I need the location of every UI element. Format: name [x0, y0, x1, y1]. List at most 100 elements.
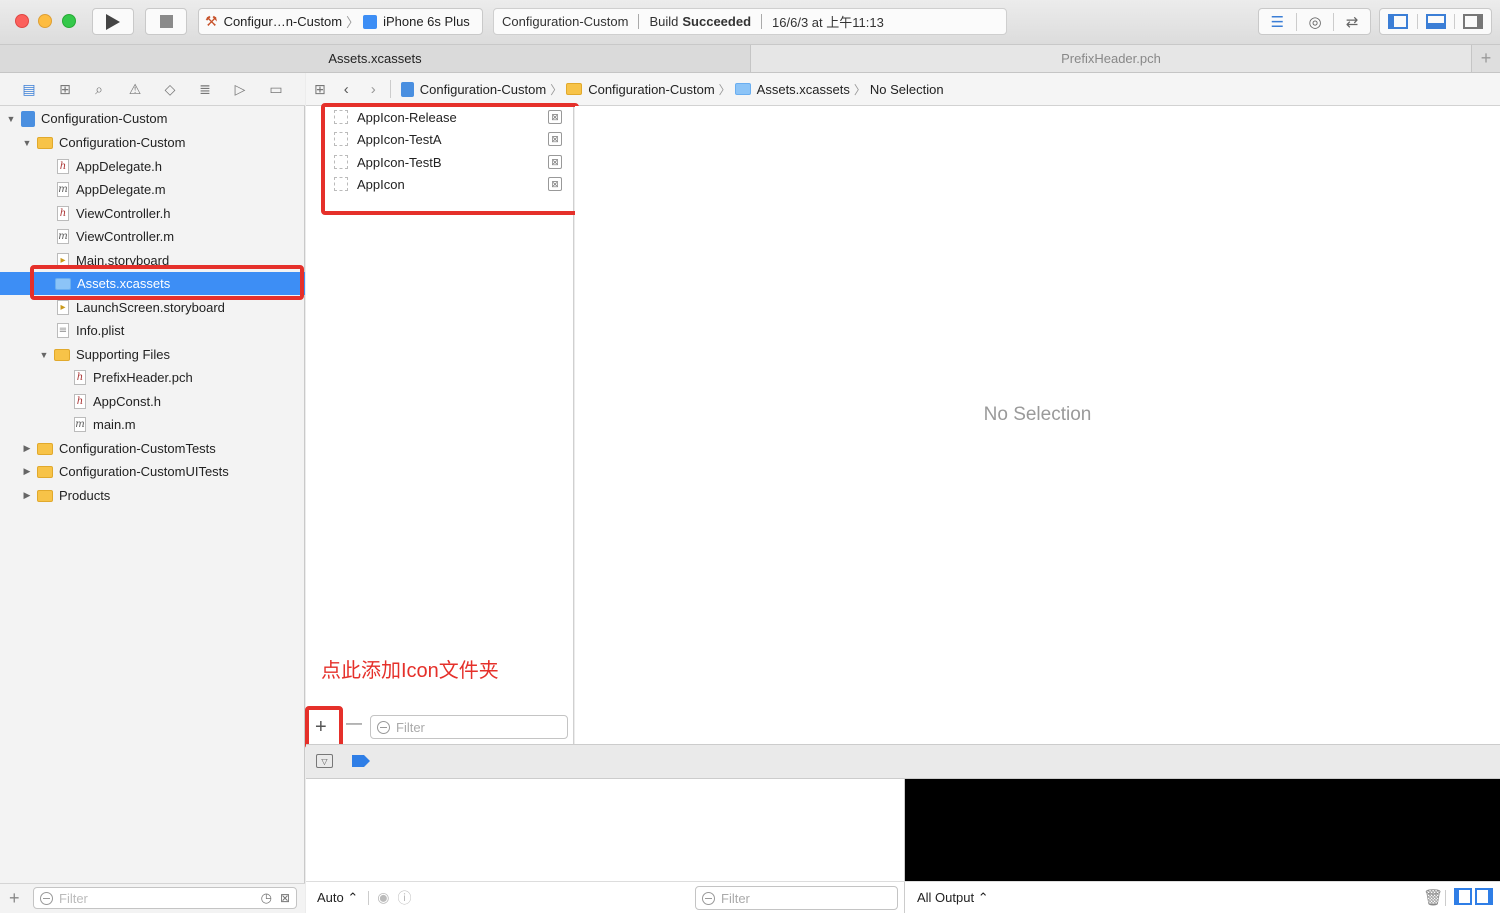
standard-editor-icon[interactable]: ☰	[1259, 13, 1296, 31]
zoom-window-button[interactable]	[62, 14, 76, 28]
tab-assets[interactable]: Assets.xcassets	[0, 45, 750, 72]
tree-row-file[interactable]: m ViewController.m	[0, 225, 305, 248]
scheme-label: Configur…n-Custom	[223, 14, 343, 29]
utilities-toggle-icon[interactable]	[1454, 14, 1491, 29]
footer-divider	[1445, 890, 1446, 906]
breakpoint-icon[interactable]: ▷	[231, 81, 249, 97]
header-file-icon: h	[57, 159, 69, 174]
disclosure-triangle-icon[interactable]: ▶	[22, 443, 32, 454]
variables-footer: Auto ⌃ ◉ ⓘ Filter	[306, 881, 905, 913]
tree-row-file[interactable]: ≡ Info.plist	[0, 319, 305, 342]
breadcrumb-project[interactable]: Configuration-Custom	[400, 81, 546, 97]
highlight-box	[30, 265, 304, 300]
implementation-file-icon: m	[57, 229, 69, 244]
related-items-icon[interactable]: ⊞	[314, 81, 326, 98]
scheme-icon: ⚒	[205, 13, 218, 29]
console-output[interactable]	[905, 779, 1500, 881]
show-console-icon[interactable]	[1475, 888, 1493, 905]
navigator-selector-bar: ▤ ⊞ ⌕ ⚠ ◇ ≣ ▷ ▭	[0, 73, 305, 106]
disclosure-triangle-icon[interactable]: ▼	[39, 350, 49, 360]
tree-row-group[interactable]: ▶ Configuration-CustomTests	[0, 437, 305, 460]
variables-scope-popup[interactable]: Auto ⌃	[317, 890, 358, 906]
tree-row-group[interactable]: ▶ Products	[0, 484, 305, 507]
assistant-editor-icon[interactable]: ◎	[1295, 12, 1334, 31]
source-control-filter-icon[interactable]: ⊠	[280, 891, 290, 905]
back-arrow-icon[interactable]: ‹	[344, 81, 349, 98]
tree-row-project[interactable]: ▼ Configuration-Custom	[0, 107, 305, 130]
add-tab-button[interactable]: +	[1471, 45, 1500, 72]
breadcrumb-group[interactable]: Configuration-Custom	[566, 82, 715, 97]
variables-filter-field[interactable]: Filter	[695, 886, 898, 910]
breadcrumb-selection[interactable]: No Selection	[870, 82, 944, 97]
tree-item-label: Info.plist	[76, 323, 125, 338]
scheme-selector[interactable]: ⚒ Configur…n-Custom 〉 iPhone 6s Plus	[198, 8, 483, 35]
add-file-button[interactable]: +	[9, 888, 20, 909]
tree-row-file[interactable]: h AppConst.h	[0, 390, 305, 413]
tree-row-file[interactable]: h AppDelegate.h	[0, 155, 305, 178]
tree-row-group[interactable]: ▼ Supporting Files	[0, 343, 305, 366]
tree-item-label: Configuration-Custom	[41, 111, 168, 126]
folder-icon	[37, 442, 53, 455]
device-icon	[363, 14, 378, 29]
breadcrumb-label: Assets.xcassets	[756, 81, 850, 97]
symbol-navigator-icon[interactable]: ⊞	[56, 81, 74, 97]
annotation-text: 点此添加Icon文件夹	[321, 660, 499, 682]
report-icon[interactable]: ▭	[267, 81, 285, 97]
disclosure-triangle-icon[interactable]: ▼	[22, 138, 32, 148]
forward-arrow-icon[interactable]: ›	[371, 81, 376, 98]
tree-item-label: Configuration-CustomTests	[59, 441, 216, 456]
tree-item-label: main.m	[93, 417, 136, 432]
test-diamond-icon[interactable]: ◇	[161, 81, 179, 97]
eye-icon[interactable]: ◉	[377, 889, 389, 906]
debug-toggle-icon[interactable]	[1416, 14, 1455, 29]
xcode-project-icon	[400, 81, 414, 97]
minimize-window-button[interactable]	[38, 14, 52, 28]
asset-filter-field[interactable]: Filter	[370, 715, 568, 739]
close-window-button[interactable]	[15, 14, 29, 28]
no-selection-label: No Selection	[983, 404, 1092, 425]
tree-row-file[interactable]: h PrefixHeader.pch	[0, 366, 305, 389]
project-navigator: ▤ ⊞ ⌕ ⚠ ◇ ≣ ▷ ▭ ▼ Configuration-Custom ▼…	[0, 73, 305, 913]
disclosure-triangle-icon[interactable]: ▼	[6, 114, 16, 124]
tree-row-file[interactable]: m AppDelegate.m	[0, 178, 305, 201]
status-divider	[638, 14, 640, 29]
search-icon[interactable]: ⌕	[90, 81, 108, 97]
filter-icon	[377, 720, 390, 734]
disclosure-triangle-icon[interactable]: ▶	[22, 490, 32, 501]
disclosure-triangle-icon[interactable]: ▶	[22, 466, 32, 477]
tree-item-label: AppDelegate.h	[76, 159, 163, 174]
navigator-filter-field[interactable]: Filter ◷ ⊠	[33, 887, 297, 909]
debug-bar: ▽	[306, 744, 1500, 779]
recent-clock-icon[interactable]: ◷	[261, 890, 272, 906]
filter-placeholder: Filter	[59, 890, 88, 906]
breadcrumb-assets[interactable]: Assets.xcassets	[734, 81, 850, 97]
output-filter-popup[interactable]: All Output ⌃	[917, 890, 989, 906]
remove-asset-button[interactable]: —	[346, 715, 362, 733]
tree-row-group[interactable]: ▼ Configuration-Custom	[0, 131, 305, 154]
folder-icon[interactable]: ▤	[20, 81, 38, 97]
navigator-toggle-icon[interactable]	[1380, 14, 1417, 29]
run-button[interactable]	[92, 8, 134, 35]
tree-row-file[interactable]: h ViewController.h	[0, 202, 305, 225]
tree-row-file[interactable]: m main.m	[0, 413, 305, 436]
hide-debug-area-icon[interactable]: ▽	[316, 754, 333, 768]
chevron-right-icon: 〉	[550, 82, 563, 97]
header-file-icon: h	[57, 206, 69, 221]
trash-icon[interactable]: 🗑	[1423, 888, 1443, 908]
breakpoints-toggle-icon[interactable]	[352, 755, 370, 767]
storyboard-file-icon: ▸	[57, 300, 69, 315]
stop-button[interactable]	[145, 8, 187, 35]
tree-item-label: ViewController.h	[76, 206, 171, 221]
warning-icon[interactable]: ⚠	[126, 81, 144, 97]
filter-placeholder: Filter	[396, 719, 425, 735]
breadcrumb-label: No Selection	[869, 81, 944, 97]
show-variables-icon[interactable]	[1454, 888, 1472, 905]
tree-item-label: Configuration-Custom	[59, 135, 186, 150]
version-editor-icon[interactable]: ⇄	[1333, 12, 1370, 31]
asset-list: AppIcon-Release ⊠ AppIcon-TestA ⊠ AppIco…	[305, 103, 579, 749]
debug-list-icon[interactable]: ≣	[196, 81, 214, 97]
tab-prefixheader[interactable]: PrefixHeader.pch	[750, 45, 1471, 72]
highlight-box	[305, 706, 343, 749]
info-icon[interactable]: ⓘ	[397, 888, 411, 908]
tree-row-group[interactable]: ▶ Configuration-CustomUITests	[0, 460, 305, 483]
